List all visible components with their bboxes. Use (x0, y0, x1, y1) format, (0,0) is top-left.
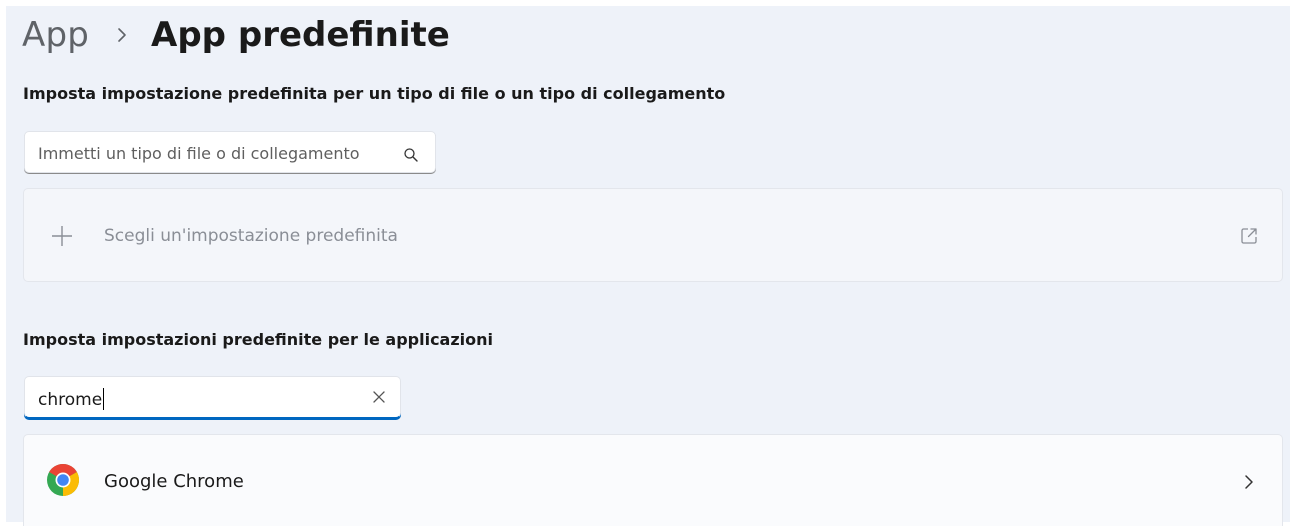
close-icon[interactable] (372, 390, 386, 404)
choose-default-label: Scegli un'impostazione predefinita (104, 226, 398, 246)
chrome-icon (47, 463, 80, 496)
app-list-item[interactable]: Google Chrome (23, 434, 1283, 526)
chevron-right-icon (118, 28, 126, 42)
settings-page: App App predefinite Imposta impostazione… (6, 6, 1290, 526)
breadcrumb-parent[interactable]: App (22, 15, 89, 55)
file-type-section-title: Imposta impostazione predefinita per un … (23, 84, 726, 103)
page-title: App predefinite (151, 15, 450, 55)
plus-icon (52, 226, 72, 246)
choose-default-card[interactable]: Scegli un'impostazione predefinita (23, 188, 1283, 282)
chevron-right-icon (1245, 475, 1253, 489)
apps-search-value: chrome (38, 388, 105, 410)
app-name: Google Chrome (104, 471, 244, 492)
text-caret (103, 388, 105, 410)
file-type-search-input[interactable]: Immetti un tipo di file o di collegament… (24, 131, 436, 173)
file-type-search-placeholder: Immetti un tipo di file o di collegament… (38, 144, 360, 163)
breadcrumb: App App predefinite (22, 12, 450, 58)
apps-search-input[interactable]: chrome (24, 376, 401, 418)
open-external-icon (1241, 228, 1257, 244)
search-icon[interactable] (403, 147, 419, 163)
apps-section-title: Imposta impostazioni predefinite per le … (23, 330, 494, 349)
